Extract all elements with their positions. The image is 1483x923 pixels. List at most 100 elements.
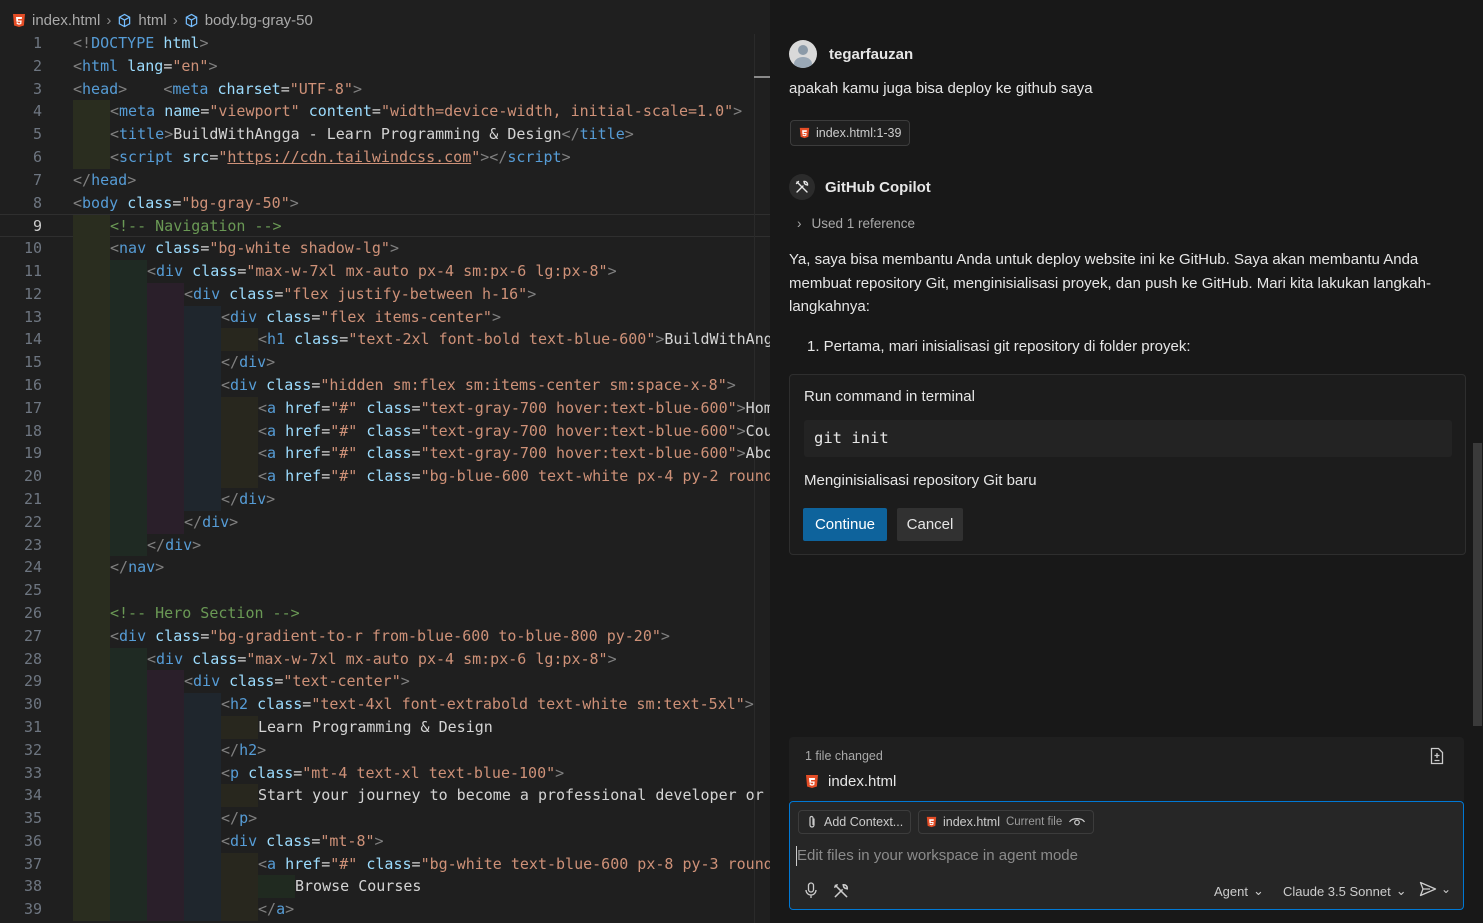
code-line[interactable]: 23 </div> (0, 533, 770, 557)
indent-guide (110, 784, 147, 808)
code-line[interactable]: 26 <!-- Hero Section --> (0, 601, 770, 625)
chat-scrollbar[interactable] (1473, 443, 1482, 726)
indent-guide (73, 693, 110, 716)
mode-dropdown[interactable]: Agent ⌄ (1214, 883, 1264, 899)
view-changes-icon[interactable] (1428, 747, 1446, 765)
code-token: href (285, 467, 322, 486)
code-line[interactable]: 16 <div class="hidden sm:flex sm:items-ce… (0, 373, 770, 397)
indent-guide (73, 829, 110, 853)
model-dropdown[interactable]: Claude 3.5 Sonnet ⌄ (1283, 883, 1407, 899)
changed-file-item[interactable]: index.html (805, 773, 896, 790)
eye-icon[interactable] (1068, 816, 1086, 828)
indent-guide (110, 533, 147, 557)
code-token: < (184, 284, 194, 303)
indent-guide (147, 738, 184, 762)
code-line[interactable]: 27 <div class="bg-gradient-to-r from-blue… (0, 624, 770, 648)
line-number: 11 (23, 261, 42, 280)
code-line[interactable]: 31 Learn Programming & Design (0, 715, 770, 739)
code-token: "#" (330, 444, 358, 463)
code-line[interactable]: 1 <!DOCTYPE html> (0, 32, 770, 55)
code-line[interactable]: 24 </nav> (0, 556, 770, 580)
code-line[interactable]: 10 <nav class="bg-white shadow-lg"> (0, 237, 770, 260)
code-token: </ (258, 900, 277, 919)
code-line[interactable]: 34 Start your journey to become a profess… (0, 784, 770, 808)
code-line[interactable]: 5 <title>BuildWithAngga - Learn Programmi… (0, 123, 770, 146)
code-line[interactable]: 21 </div> (0, 487, 770, 511)
indent-guide (184, 715, 221, 739)
indent-guide (73, 396, 110, 420)
code-editor[interactable]: index.html › html › body.bg-gray-50 1 <!D… (0, 0, 770, 923)
code-line[interactable]: 39 </a> (0, 898, 770, 922)
code-line[interactable]: 4 <meta name="viewport" content="width=de… (0, 100, 770, 124)
chat-input-box[interactable]: Add Context... index.html Current file E… (789, 801, 1464, 910)
indent-guide (221, 715, 258, 739)
code-line[interactable]: 19 <a href="#" class="text-gray-700 hover… (0, 442, 770, 466)
code-token: "#" (330, 421, 358, 440)
code-line[interactable]: 8 <body class="bg-gray-50"> (0, 192, 770, 215)
code-line[interactable]: 11 <div class="max-w-7xl mx-auto px-4 sm:… (0, 259, 770, 283)
used-references-toggle[interactable]: › Used 1 reference (797, 216, 915, 231)
command-block[interactable]: git init (804, 420, 1452, 457)
code-line[interactable]: 32 </h2> (0, 738, 770, 762)
code-line[interactable]: 20 <a href="#" class="bg-blue-600 text-wh… (0, 465, 770, 488)
indent-guide (147, 305, 184, 329)
code-token: nav (128, 558, 156, 577)
code-token: </ (561, 125, 580, 144)
code-line[interactable]: 35 </p> (0, 807, 770, 830)
user-reference-chip[interactable]: index.html:1-39 (790, 120, 911, 146)
code-line[interactable]: 9 <!-- Navigation --> (0, 214, 770, 239)
code-line[interactable]: 2 <html lang="en"> (0, 55, 770, 78)
code-line[interactable]: 12 <div class="flex justify-between h-16"… (0, 282, 770, 306)
code-token: nav (119, 239, 147, 258)
code-line[interactable]: 7 </head> (0, 169, 770, 192)
breadcrumb-body[interactable]: body.bg-gray-50 (184, 12, 313, 29)
code-token: title (579, 125, 625, 144)
code-token: = (274, 672, 284, 691)
code-line[interactable]: 30 <h2 class="text-4xl font-extrabold tex… (0, 693, 770, 716)
code-line[interactable]: 14 <h1 class="text-2xl font-bold text-blu… (0, 328, 770, 352)
line-number: 9 (32, 217, 42, 236)
code-line[interactable]: 6 <script src="https://cdn.tailwindcss.co… (0, 145, 770, 169)
indent-guide (184, 396, 221, 420)
code-text: <a href="#" class="text-gray-700 hover:t… (258, 420, 770, 443)
code-line[interactable]: 25 (0, 579, 770, 602)
code-line[interactable]: 37 <a href="#" class="bg-white text-blue-… (0, 852, 770, 876)
breadcrumb-html[interactable]: html (117, 12, 167, 29)
continue-button[interactable]: Continue (803, 508, 887, 541)
indent-guide (221, 442, 258, 466)
code-token: a (267, 421, 277, 440)
code-lines[interactable]: 1 <!DOCTYPE html> 2 <html lang="en"> 3 <head>… (0, 32, 770, 922)
indent-guide (221, 465, 258, 488)
code-line[interactable]: 36 <div class="mt-8"> (0, 829, 770, 853)
microphone-icon[interactable] (804, 882, 818, 899)
code-line[interactable]: 38 Browse Courses (0, 875, 770, 899)
indent-guide (73, 715, 110, 739)
code-line[interactable]: 33 <p class="mt-4 text-xl text-blue-100"> (0, 761, 770, 785)
code-line[interactable]: 29 <div class="text-center"> (0, 670, 770, 694)
code-line[interactable]: 22 </div> (0, 510, 770, 534)
tools-icon[interactable] (832, 882, 850, 900)
minimap-scroll-mark[interactable] (754, 76, 770, 78)
cancel-button[interactable]: Cancel (897, 508, 963, 541)
line-number: 14 (23, 330, 42, 349)
current-file-chip[interactable]: index.html Current file (918, 810, 1095, 834)
add-context-button[interactable]: Add Context... (798, 810, 912, 834)
code-line[interactable]: 13 <div class="flex items-center"> (0, 305, 770, 329)
code-line[interactable]: 3 <head> <meta charset="UTF-8"> (0, 78, 770, 101)
indent-guide (73, 852, 110, 876)
breadcrumb-file[interactable]: index.html (12, 12, 100, 29)
code-text: Learn Programming & Design (258, 716, 493, 739)
send-button[interactable]: ⌄ (1419, 881, 1451, 897)
code-line[interactable]: 15 </div> (0, 351, 770, 374)
code-text: <a href="#" class="text-gray-700 hover:t… (258, 397, 770, 420)
code-line[interactable]: 18 <a href="#" class="text-gray-700 hover… (0, 419, 770, 443)
code-line[interactable]: 28 <div class="max-w-7xl mx-auto px-4 sm:… (0, 647, 770, 671)
indent-guide (147, 784, 184, 808)
code-line[interactable]: 17 <a href="#" class="text-gray-700 hover… (0, 396, 770, 420)
chat-input-placeholder[interactable]: Edit files in your workspace in agent mo… (797, 847, 1078, 864)
